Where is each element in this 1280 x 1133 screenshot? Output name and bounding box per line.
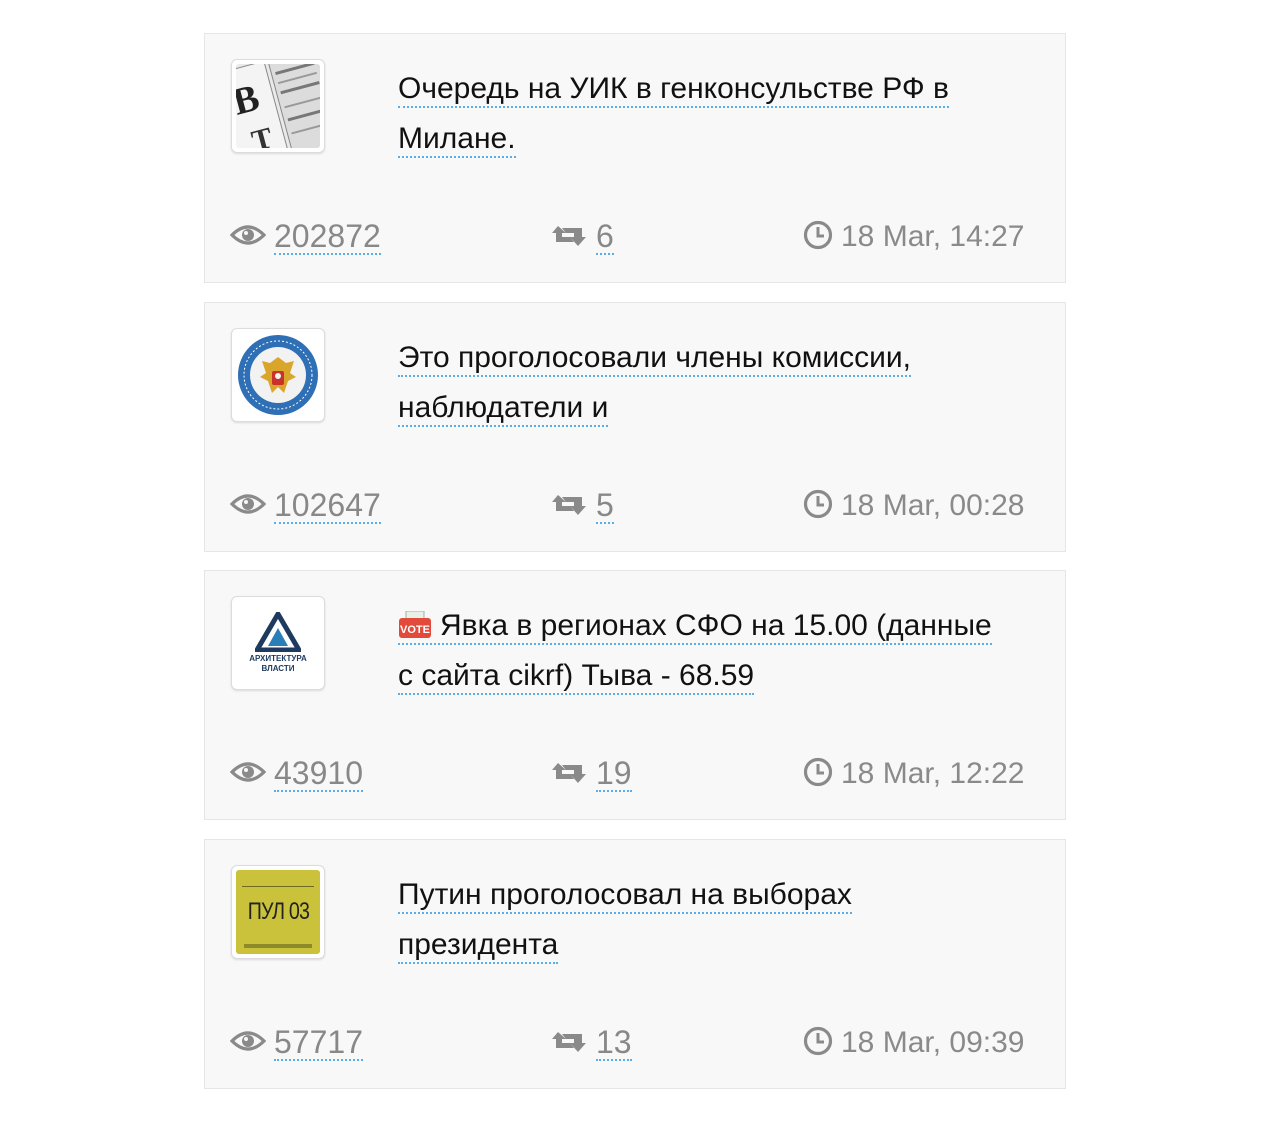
repost-icon xyxy=(552,222,588,253)
post-stats: 43910 19 18 Mar, 12:22 xyxy=(229,749,1030,799)
post-card: B T Очередь на УИК в генконсульстве РФ в… xyxy=(204,33,1066,283)
post-title-link[interactable]: Очередь на УИК в генконсульстве РФ в Мил… xyxy=(398,72,949,158)
post-title-link[interactable]: Путин проголосовал на выборах президента xyxy=(398,878,852,964)
views-stat: 102647 xyxy=(229,481,381,531)
post-title: Это проголосовали члены комиссии, наблюд… xyxy=(398,333,998,433)
newspaper-thumbnail-icon: B T xyxy=(236,64,320,148)
post-title: Очередь на УИК в генконсульстве РФ в Мил… xyxy=(398,64,998,164)
election-commission-emblem-icon xyxy=(236,333,320,417)
post-stats: 202872 6 18 Mar, 14:27 xyxy=(229,212,1030,262)
reposts-count[interactable]: 6 xyxy=(596,219,614,255)
press-pool-badge-icon: ПУЛ 03 xyxy=(236,870,320,954)
post-time: 18 Mar, 14:27 xyxy=(803,212,1024,262)
repost-icon xyxy=(552,491,588,522)
reposts-count[interactable]: 19 xyxy=(596,756,632,792)
post-card: ПУЛ 03 Путин проголосовал на выборах пре… xyxy=(204,839,1066,1089)
views-stat: 43910 xyxy=(229,749,363,799)
press-pool-badge-text: ПУЛ 03 xyxy=(247,898,309,925)
views-count[interactable]: 57717 xyxy=(274,1025,363,1061)
channel-thumbnail[interactable]: B T xyxy=(231,59,325,153)
reposts-stat: 5 xyxy=(552,481,614,531)
post-title-text: Явка в регионах СФО на 15.00 (данные с с… xyxy=(398,609,992,692)
post-time: 18 Mar, 12:22 xyxy=(803,749,1024,799)
vote-badge-text: VOTE xyxy=(400,624,430,636)
repost-icon xyxy=(552,759,588,790)
eye-icon xyxy=(229,492,267,521)
post-timestamp: 18 Mar, 00:28 xyxy=(841,489,1025,522)
eye-icon xyxy=(229,1029,267,1058)
post-stats: 102647 5 18 Mar, 00:28 xyxy=(229,481,1030,531)
post-card: АРХИТЕКТУРА ВЛАСТИ VOTE Явка в регионах С… xyxy=(204,570,1066,820)
post-title: VOTE Явка в регионах СФО на 15.00 (данные… xyxy=(398,601,998,701)
thumbnail-logo-text: АРХИТЕКТУРА ВЛАСТИ xyxy=(249,654,307,673)
reposts-stat: 6 xyxy=(552,212,614,262)
views-stat: 57717 xyxy=(229,1018,363,1068)
channel-thumbnail[interactable]: ПУЛ 03 xyxy=(231,865,325,959)
clock-icon xyxy=(803,757,833,792)
views-count[interactable]: 43910 xyxy=(274,756,363,792)
post-title: Путин проголосовал на выборах президента xyxy=(398,870,998,970)
post-stats: 57717 13 18 Mar, 09:39 xyxy=(229,1018,1030,1068)
post-title-link[interactable]: Это проголосовали члены комиссии, наблюд… xyxy=(398,341,912,427)
views-count[interactable]: 202872 xyxy=(274,219,381,255)
reposts-count[interactable]: 5 xyxy=(596,488,614,524)
post-timestamp: 18 Mar, 09:39 xyxy=(841,1026,1025,1059)
clock-icon xyxy=(803,1026,833,1061)
reposts-count[interactable]: 13 xyxy=(596,1025,632,1061)
views-count[interactable]: 102647 xyxy=(274,488,381,524)
reposts-stat: 19 xyxy=(552,749,632,799)
post-card: Это проголосовали члены комиссии, наблюд… xyxy=(204,302,1066,552)
reposts-stat: 13 xyxy=(552,1018,632,1068)
channel-thumbnail[interactable]: АРХИТЕКТУРА ВЛАСТИ xyxy=(231,596,325,690)
post-feed: B T Очередь на УИК в генконсульстве РФ в… xyxy=(204,33,1068,1108)
post-time: 18 Mar, 00:28 xyxy=(803,481,1024,531)
channel-thumbnail[interactable] xyxy=(231,328,325,422)
repost-icon xyxy=(552,1028,588,1059)
post-title-link[interactable]: VOTE Явка в регионах СФО на 15.00 (данные… xyxy=(398,609,992,695)
clock-icon xyxy=(803,220,833,255)
post-timestamp: 18 Mar, 14:27 xyxy=(841,220,1025,253)
eye-icon xyxy=(229,760,267,789)
clock-icon xyxy=(803,489,833,524)
architecture-of-power-logo-icon: АРХИТЕКТУРА ВЛАСТИ xyxy=(236,601,320,685)
eye-icon xyxy=(229,223,267,252)
views-stat: 202872 xyxy=(229,212,381,262)
post-time: 18 Mar, 09:39 xyxy=(803,1018,1024,1068)
post-timestamp: 18 Mar, 12:22 xyxy=(841,757,1025,790)
ballot-box-icon: VOTE xyxy=(398,605,432,638)
